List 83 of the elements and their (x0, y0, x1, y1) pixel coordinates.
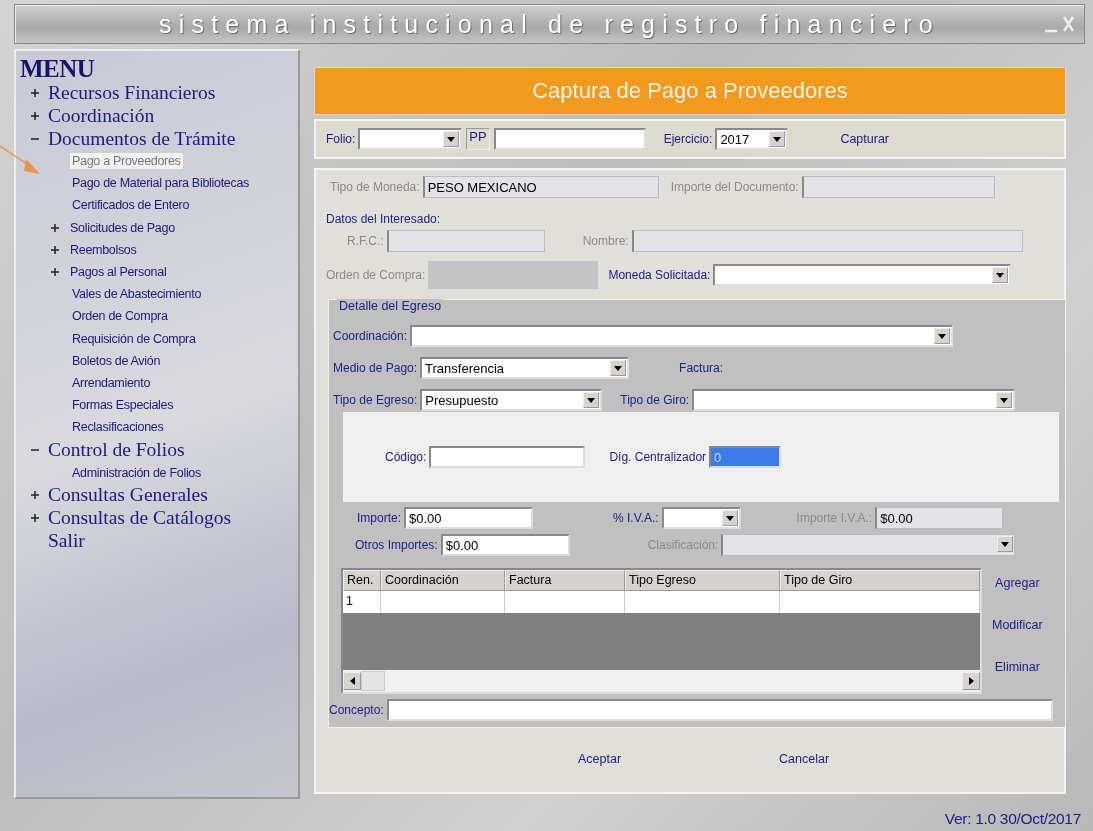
column-header[interactable]: Tipo de Giro (780, 570, 980, 591)
prefix-label: PP (466, 128, 490, 150)
dropdown[interactable]: 2017 (715, 128, 789, 150)
action-button[interactable]: Modificar (988, 616, 1047, 634)
version-label: Ver: 1.0 30/Oct/2017 (944, 810, 1081, 828)
plus-icon[interactable] (50, 222, 60, 233)
submenu-item[interactable]: Orden de Compra (70, 308, 170, 325)
field-label: Coordinación: (333, 329, 408, 343)
form-header: Captura de Pago a Proveedores (314, 67, 1066, 115)
menu-title: MENU (20, 57, 96, 81)
menu-item[interactable]: Salir (48, 530, 85, 553)
plus-icon[interactable] (30, 87, 40, 98)
input-field[interactable] (429, 446, 586, 468)
menu-item[interactable]: Documentos de Trámite (48, 127, 236, 150)
column-header[interactable]: Tipo Egreso (625, 570, 780, 591)
scroll-left-icon[interactable] (343, 672, 361, 690)
plus-icon[interactable] (30, 490, 40, 501)
menu-item[interactable]: Consultas Generales (48, 484, 208, 507)
dropdown[interactable]: Transferencia (420, 357, 630, 379)
scroll-right-icon[interactable] (962, 672, 980, 690)
menu-item[interactable]: Consultas de Catálogos (48, 507, 232, 530)
input-field[interactable] (386, 699, 1053, 721)
dropdown[interactable]: Presupuesto (420, 389, 603, 411)
input-field[interactable]: $0.00 (440, 534, 570, 556)
dropdown[interactable] (713, 264, 1012, 286)
column-header[interactable]: Factura (505, 570, 625, 591)
field-label: Folio: (326, 132, 356, 146)
column-header[interactable]: Ren. (343, 570, 381, 591)
field-label: Importe: (357, 511, 401, 525)
section-label: Datos del Interesado: (326, 212, 441, 226)
submenu-item[interactable]: Certificados de Entero (70, 197, 192, 214)
field-label: Ejercicio: (663, 132, 713, 146)
table-cell: 1 (343, 591, 381, 613)
field-label: Tipo de Moneda: (330, 180, 420, 194)
plus-icon[interactable] (30, 513, 40, 524)
plus-icon[interactable] (50, 267, 60, 278)
dropdown[interactable] (661, 507, 741, 529)
menu-item[interactable]: Control de Folios (48, 438, 185, 461)
submenu-item[interactable]: Boletos de Avión (70, 352, 163, 369)
field-label: Moneda Solicitada: (608, 268, 711, 282)
field-label: Orden de Compra: (326, 268, 426, 282)
dropdown[interactable] (692, 389, 1016, 411)
form-button[interactable]: Aceptar (574, 750, 626, 768)
plus-icon[interactable] (30, 110, 40, 121)
field-label: Factura: (679, 361, 724, 375)
group-title: Detalle del Egreso (337, 299, 444, 313)
submenu-item[interactable]: Requisición de Compra (70, 330, 198, 347)
submenu-item[interactable]: Vales de Abastecimiento (70, 286, 204, 303)
field-label: Otros Importes: (355, 538, 438, 552)
field-label: R.F.C.: (347, 234, 384, 248)
dropdown[interactable] (358, 128, 463, 150)
form-button[interactable]: Cancelar (775, 750, 834, 768)
scroll-thumb[interactable] (361, 671, 385, 691)
field-label: Nombre: (582, 234, 629, 248)
field-label: Medio de Pago: (333, 361, 418, 375)
field-label: Tipo de Giro: (620, 393, 690, 407)
submenu-item[interactable]: Reembolsos (68, 241, 139, 258)
plus-icon[interactable] (50, 244, 60, 255)
field-label: Importe del Documento: (670, 180, 799, 194)
submenu-item[interactable]: Pago de Material para Bibliotecas (70, 175, 251, 192)
field-label: Díg. Centralizador (609, 450, 707, 464)
horizontal-scrollbar[interactable] (343, 670, 980, 692)
input-field[interactable] (493, 128, 646, 150)
submenu-item[interactable]: Formas Especiales (70, 397, 176, 414)
menu-item[interactable]: Coordinación (48, 104, 155, 127)
field-label: Concepto: (329, 703, 384, 717)
field-label: % I.V.A.: (613, 511, 659, 525)
submenu-item[interactable]: Administración de Folios (70, 464, 203, 481)
submenu-item[interactable]: Solicitudes de Pago (68, 219, 177, 236)
field-label: Código: (385, 450, 427, 464)
window-title: sistema institucional de registro financiero (159, 9, 940, 39)
capture-button[interactable]: Capturar (836, 130, 893, 148)
submenu-item[interactable]: Pagos al Personal (68, 264, 169, 281)
action-button[interactable]: Agregar (988, 574, 1047, 592)
submenu-item[interactable]: Arrendamiento (70, 374, 153, 391)
submenu-item[interactable]: Pago a Proveedores (70, 153, 183, 170)
field-label: Tipo de Egreso: (333, 393, 418, 407)
dropdown[interactable] (410, 325, 954, 347)
column-header[interactable]: Coordinación (381, 570, 505, 591)
input-field[interactable]: $0.00 (404, 507, 533, 529)
submenu-item[interactable]: Reclasificaciones (70, 419, 166, 436)
menu-item[interactable]: Recursos Financieros (48, 81, 216, 104)
action-button[interactable]: Eliminar (988, 658, 1047, 676)
